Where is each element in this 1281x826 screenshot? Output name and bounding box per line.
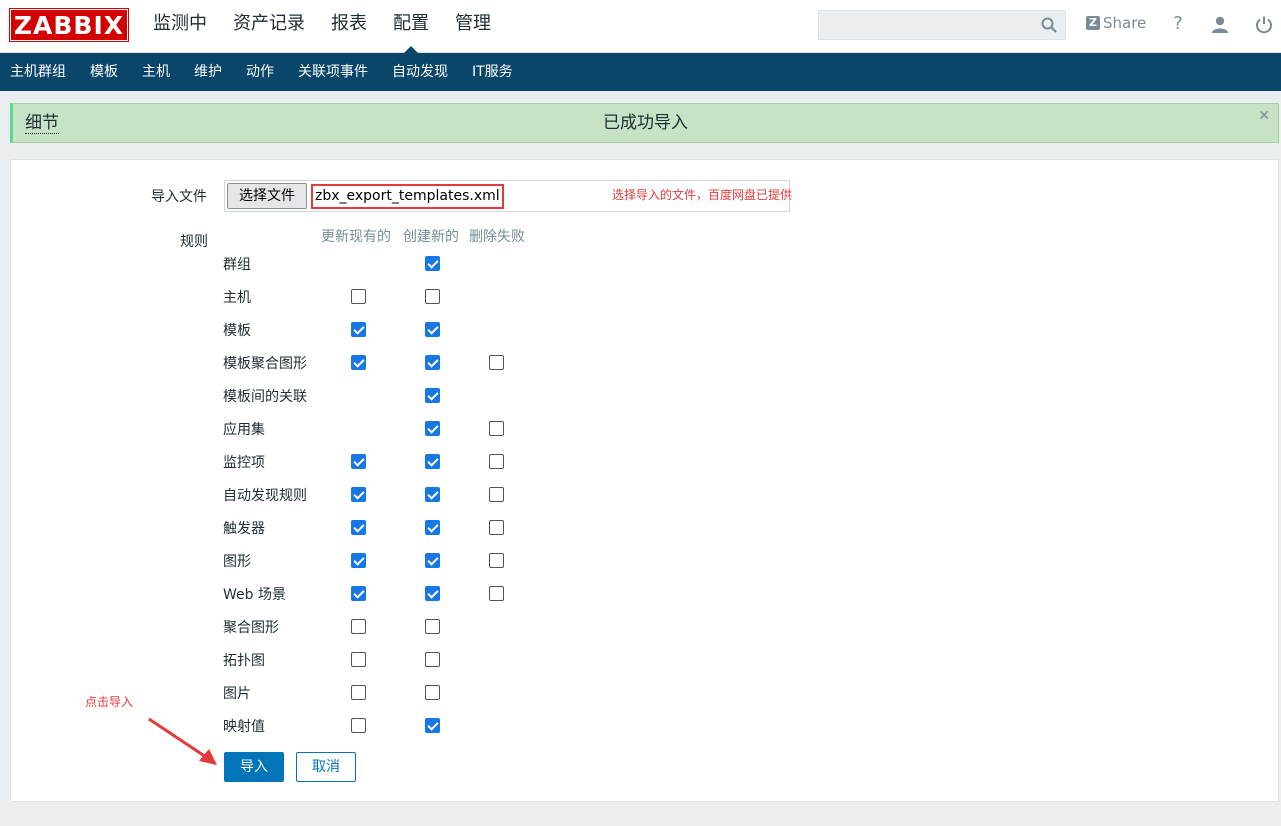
rule-delete-checkbox[interactable] — [489, 421, 504, 436]
rule-delete-checkbox[interactable] — [489, 520, 504, 535]
sub-menu: 主机群组 模板 主机 维护 动作 关联项事件 自动发现 IT服务 — [0, 53, 1281, 91]
rule-create-checkbox[interactable] — [425, 388, 440, 403]
zabbix-logo[interactable]: ZABBIX — [10, 9, 128, 41]
rule-label: 图片 — [223, 686, 251, 702]
rule-label: 模板聚合图形 — [223, 356, 307, 372]
rule-label: 主机 — [223, 290, 251, 306]
rule-update-checkbox[interactable] — [351, 289, 366, 304]
rule-update-checkbox[interactable] — [351, 553, 366, 568]
rule-update-checkbox[interactable] — [351, 322, 366, 337]
close-icon[interactable]: ✕ — [1258, 108, 1270, 124]
col-delete-missing: 删除失败 — [469, 229, 525, 245]
rule-update-checkbox[interactable] — [351, 619, 366, 634]
rule-create-checkbox[interactable] — [425, 586, 440, 601]
col-create-new: 创建新的 — [403, 229, 459, 245]
rule-delete-checkbox[interactable] — [489, 454, 504, 469]
share-z-icon: Z — [1086, 16, 1100, 30]
rule-create-checkbox[interactable] — [425, 322, 440, 337]
message-text: 已成功导入 — [603, 113, 688, 133]
rule-label: Web 场景 — [223, 587, 286, 603]
rule-label: 模板间的关联 — [223, 389, 307, 405]
sub-menu-item[interactable]: 自动发现 — [380, 53, 460, 91]
rule-label: 聚合图形 — [223, 620, 279, 636]
rule-update-checkbox[interactable] — [351, 718, 366, 733]
rules-label: 规则 — [180, 234, 208, 250]
file-annotation: 选择导入的文件，百度网盘已提供 — [612, 188, 793, 202]
sub-menu-item[interactable]: IT服务 — [460, 53, 525, 91]
search-input[interactable] — [818, 10, 1066, 40]
rule-create-checkbox[interactable] — [425, 421, 440, 436]
sub-menu-item[interactable]: 模板 — [78, 53, 130, 91]
import-form: 导入文件 选择文件 zbx_export_templates.xml 选择导入的… — [10, 159, 1279, 802]
rule-delete-checkbox[interactable] — [489, 355, 504, 370]
user-profile-icon[interactable] — [1210, 15, 1230, 35]
rule-update-checkbox[interactable] — [351, 652, 366, 667]
rule-label: 应用集 — [223, 422, 265, 438]
rule-create-checkbox[interactable] — [425, 652, 440, 667]
sign-out-power-icon[interactable] — [1254, 15, 1274, 35]
rule-create-checkbox[interactable] — [425, 520, 440, 535]
details-toggle[interactable]: 细节 — [25, 113, 59, 134]
rule-label: 拓扑图 — [223, 653, 265, 669]
search-icon[interactable] — [1041, 17, 1057, 33]
import-file-label: 导入文件 — [151, 189, 207, 205]
rule-update-checkbox[interactable] — [351, 586, 366, 601]
import-button[interactable]: 导入 — [224, 752, 284, 782]
rule-create-checkbox[interactable] — [425, 355, 440, 370]
rule-label: 图形 — [223, 554, 251, 570]
share-link[interactable]: Z Share — [1086, 14, 1146, 32]
rule-create-checkbox[interactable] — [425, 553, 440, 568]
main-menu: 监测中 资产记录 报表 配置 管理 — [140, 0, 504, 53]
sub-menu-item[interactable]: 维护 — [182, 53, 234, 91]
rule-label: 监控项 — [223, 455, 265, 471]
rule-create-checkbox[interactable] — [425, 619, 440, 634]
rule-label: 触发器 — [223, 521, 265, 537]
col-update-existing: 更新现有的 — [321, 229, 391, 245]
rule-label: 群组 — [223, 257, 251, 273]
sub-menu-item[interactable]: 动作 — [234, 53, 286, 91]
success-message: 已成功导入 细节 ✕ — [10, 103, 1279, 143]
top-menu-item[interactable]: 配置 — [380, 0, 442, 53]
help-icon[interactable]: ? — [1168, 14, 1188, 34]
rule-label: 映射值 — [223, 719, 265, 735]
rule-update-checkbox[interactable] — [351, 487, 366, 502]
sub-menu-item[interactable]: 主机 — [130, 53, 182, 91]
rule-create-checkbox[interactable] — [425, 289, 440, 304]
rule-create-checkbox[interactable] — [425, 685, 440, 700]
rule-update-checkbox[interactable] — [351, 685, 366, 700]
rule-update-checkbox[interactable] — [351, 454, 366, 469]
rule-label: 自动发现规则 — [223, 488, 307, 504]
sub-menu-item[interactable]: 主机群组 — [0, 53, 78, 91]
selected-file-name: zbx_export_templates.xml — [311, 184, 504, 209]
top-menu-item[interactable]: 管理 — [442, 0, 504, 53]
rule-delete-checkbox[interactable] — [489, 586, 504, 601]
top-menu-item[interactable]: 报表 — [318, 0, 380, 53]
rule-create-checkbox[interactable] — [425, 256, 440, 271]
rule-delete-checkbox[interactable] — [489, 487, 504, 502]
sub-menu-item[interactable]: 关联项事件 — [286, 53, 380, 91]
choose-file-button[interactable]: 选择文件 — [227, 183, 307, 209]
annotation-arrow-icon — [148, 717, 217, 765]
top-header: ZABBIX 监测中 资产记录 报表 配置 管理 Z Share ? — [0, 0, 1281, 53]
cancel-button[interactable]: 取消 — [296, 752, 356, 782]
import-annotation: 点击导入 — [85, 695, 134, 709]
rule-delete-checkbox[interactable] — [489, 553, 504, 568]
rule-update-checkbox[interactable] — [351, 355, 366, 370]
top-menu-item[interactable]: 监测中 — [140, 0, 220, 53]
rule-create-checkbox[interactable] — [425, 487, 440, 502]
rule-create-checkbox[interactable] — [425, 718, 440, 733]
rule-update-checkbox[interactable] — [351, 520, 366, 535]
rule-create-checkbox[interactable] — [425, 454, 440, 469]
rule-label: 模板 — [223, 323, 251, 339]
top-menu-item[interactable]: 资产记录 — [220, 0, 318, 53]
share-label: Share — [1103, 14, 1147, 32]
